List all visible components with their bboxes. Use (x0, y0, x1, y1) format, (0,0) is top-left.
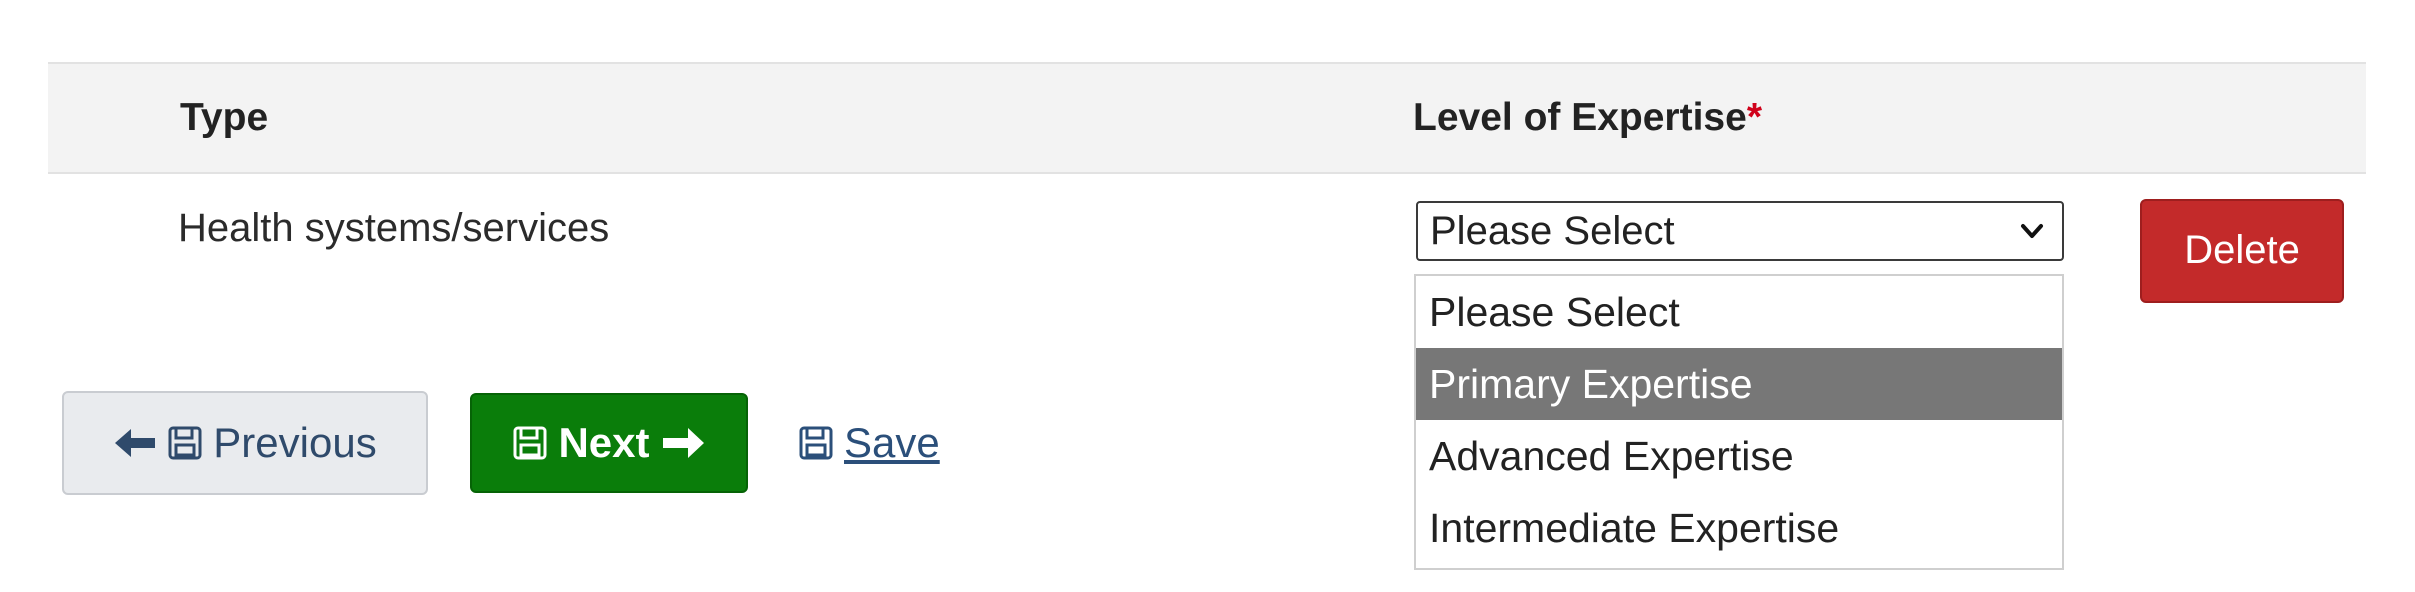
save-icon (798, 425, 834, 461)
expertise-form: Type Level of Expertise* Health systems/… (0, 0, 2415, 592)
expertise-level-select[interactable]: Please Select (1416, 201, 2064, 261)
column-header-type: Type (180, 64, 268, 172)
table-header: Type Level of Expertise* (48, 62, 2366, 174)
dropdown-option-advanced-expertise[interactable]: Advanced Expertise (1416, 420, 2062, 492)
dropdown-option-please-select[interactable]: Please Select (1416, 276, 2062, 348)
expertise-dropdown-list: Please Select Primary Expertise Advanced… (1414, 274, 2064, 570)
next-button[interactable]: Next (470, 393, 748, 493)
previous-label: Previous (213, 419, 377, 466)
dropdown-option-intermediate-expertise[interactable]: Intermediate Expertise (1416, 492, 2062, 564)
delete-button[interactable]: Delete (2140, 199, 2344, 303)
save-link[interactable]: Save (798, 405, 940, 481)
arrow-left-icon (113, 426, 157, 460)
dropdown-option-primary-expertise[interactable]: Primary Expertise (1416, 348, 2062, 420)
next-label: Next (558, 419, 650, 466)
column-header-level-label: Level of Expertise (1413, 96, 1747, 139)
chevron-down-icon (2018, 217, 2046, 245)
save-label: Save (844, 419, 940, 466)
row-type-cell: Health systems/services (178, 206, 610, 250)
previous-button[interactable]: Previous (62, 391, 428, 495)
column-header-level: Level of Expertise* (1413, 64, 1762, 172)
save-icon (167, 425, 203, 461)
select-current-value: Please Select (1430, 209, 1675, 253)
required-asterisk: * (1746, 96, 1762, 139)
save-icon (512, 425, 548, 461)
column-header-type-label: Type (180, 96, 269, 139)
arrow-right-icon (660, 425, 706, 461)
